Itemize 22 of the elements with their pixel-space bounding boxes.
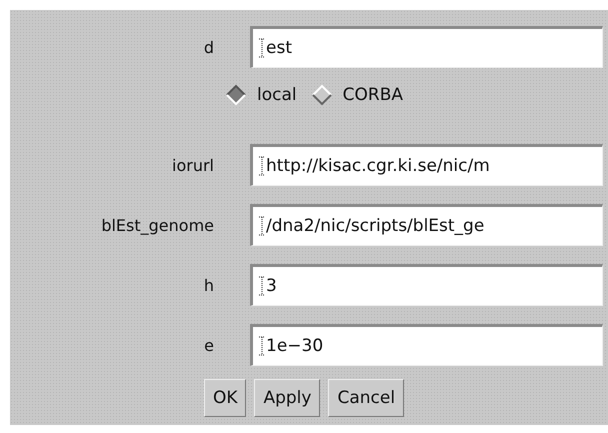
text-cursor-icon — [259, 38, 265, 58]
text-cursor-icon — [259, 276, 265, 296]
input-field[interactable]: /dna2/nic/scripts/blEst_ge — [250, 204, 603, 246]
field-label: d — [202, 38, 214, 56]
text-cursor-icon — [259, 336, 265, 356]
input-field[interactable]: est — [250, 26, 603, 68]
radio-option[interactable]: local — [225, 84, 297, 106]
radio-diamond-icon — [310, 84, 333, 106]
dialog-button[interactable]: Apply — [254, 379, 320, 417]
field-label: blEst_genome — [100, 216, 214, 234]
radio-option[interactable]: CORBA — [310, 84, 403, 106]
text-cursor-icon — [259, 216, 265, 236]
text-cursor-icon — [259, 156, 265, 176]
input-field[interactable]: http://kisac.cgr.ki.se/nic/m — [250, 144, 603, 186]
input-field[interactable]: 3 — [250, 264, 603, 306]
dialog-button[interactable]: Cancel — [328, 379, 404, 417]
radio-diamond-icon — [225, 84, 247, 106]
field-label: e — [203, 336, 214, 354]
field-label: h — [202, 276, 214, 294]
field-label: iorurl — [171, 156, 214, 174]
input-field[interactable]: 1e−30 — [250, 324, 603, 366]
dialog-button[interactable]: OK — [204, 379, 246, 417]
